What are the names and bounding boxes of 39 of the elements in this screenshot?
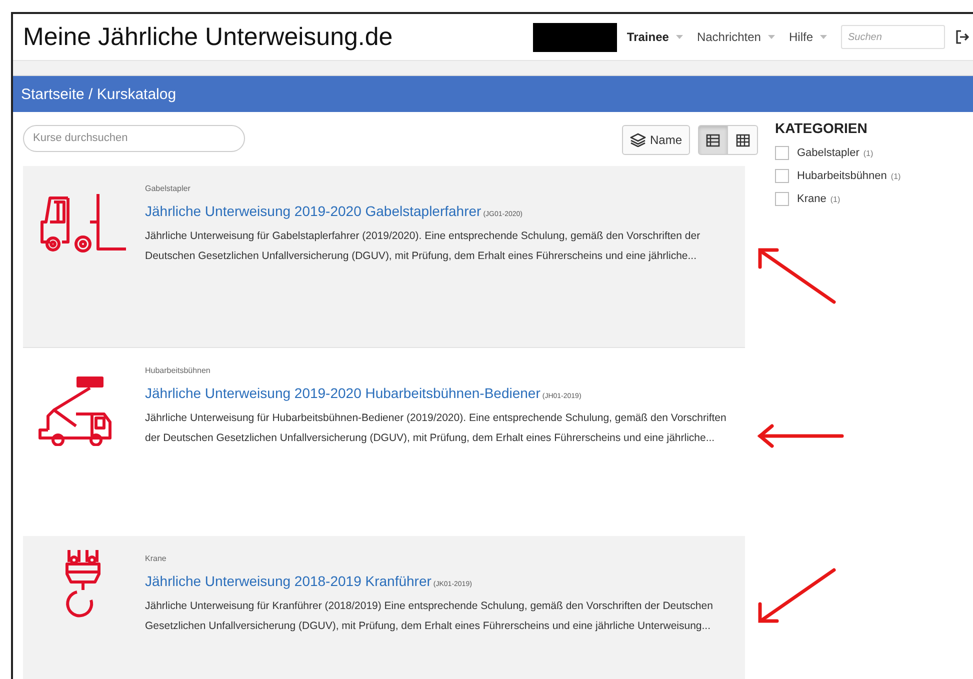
caret-icon [676, 34, 683, 40]
nav-menu[interactable]: Trainee [626, 30, 683, 44]
checkbox[interactable] [775, 192, 789, 206]
checkbox[interactable] [775, 146, 789, 160]
category-filter-label[interactable]: Gabelstapler [797, 147, 860, 159]
breadcrumb[interactable]: Startseite / Kurskatalog [21, 86, 176, 102]
caret-icon [820, 34, 827, 40]
course-search-field[interactable]: Kurse durchsuchen [23, 124, 245, 152]
caret-icon [768, 34, 775, 40]
category-label: Hubarbeitsbühnen [145, 366, 212, 375]
checkbox[interactable] [775, 169, 789, 183]
category-label: Gabelstapler [145, 184, 192, 193]
course-card[interactable] [23, 166, 745, 348]
course-description: Jährliche Unterweisung für Gabelstaplerfahrer (2019/2020). Eine entsprechende Schulung, gemäß den Vorschriften der Deutschen Gesetzlichen Unfallversicherung (DGUV), mit Prüfung, dem Erhalt eines Führerscheins und eine jährliche... [145, 229, 702, 264]
course-title-link[interactable]: Jährliche Unterweisung 2018-2019 Kranführer [145, 573, 432, 589]
nav-menu[interactable]: Nachrichten [696, 30, 775, 44]
category-count: (1) [863, 148, 874, 158]
search-field[interactable]: Suchen [841, 25, 945, 49]
grid-icon [736, 134, 750, 146]
site-title[interactable]: Meine Jährliche Unterweisung.de [13, 22, 393, 52]
course-title-link[interactable]: Jährliche Unterweisung 2019-2020 Hubarbeitsbühnen-Bediener [145, 385, 540, 401]
nav-menu[interactable]: Hilfe [788, 30, 827, 44]
list-view-icon [706, 134, 720, 146]
category-count: (1) [830, 194, 840, 204]
logout-icon [955, 30, 969, 44]
view-toggle[interactable] [698, 125, 728, 155]
view-toggle[interactable] [728, 125, 758, 155]
category-count: (1) [890, 172, 901, 180]
category-filter-label[interactable]: Hubarbeitsbühnen [797, 170, 887, 182]
course-description: Jährliche Unterweisung für Kranführer (2018/2019) Eine entsprechende Schulung, gemäß den Vorschriften der Deutschen Gesetzlichen Unfallversicherung (DGUV), mit Prüfung, dem Erhalt eines Führerscheins und eine jährliche Unterweisung... [145, 599, 714, 634]
course-description: Jährliche Unterweisung für Hubarbeitsbühnen-Bediener (2019/2020). Eine entsprechende Schulung, gemäß den Vorschriften der Deutschen Gesetzlichen Unfallversicherung (DGUV), mit Prüfung, dem Erhalt eines Führerscheins und eine jährliche... [145, 411, 728, 446]
crane-hook-icon [65, 548, 103, 620]
category-label: Krane [145, 554, 168, 563]
sort-button[interactable]: Name [622, 125, 690, 155]
course-card[interactable] [23, 536, 745, 679]
course-title-link[interactable]: Jährliche Unterweisung 2019-2020 Gabelstaplerfahrer [145, 203, 482, 219]
category-filter-label[interactable]: Krane [797, 193, 826, 205]
sidebar-heading: KATEGORIEN [775, 120, 868, 136]
layers-icon [630, 133, 646, 147]
